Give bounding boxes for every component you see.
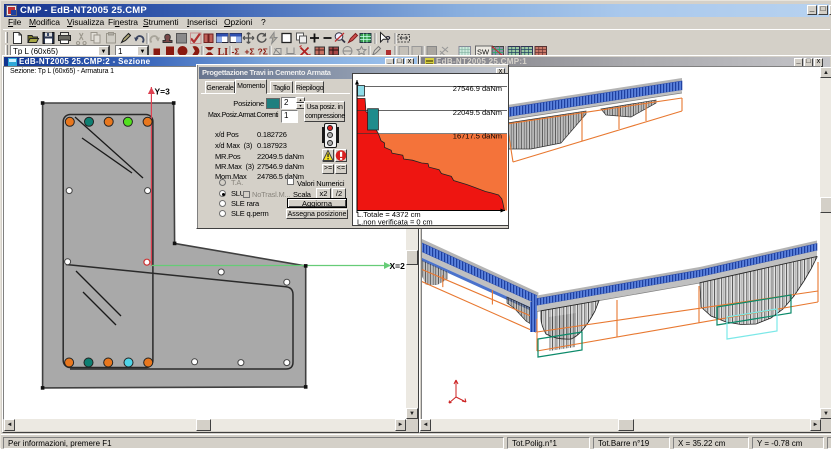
- svg-text:22049.5 daNm: 22049.5 daNm: [453, 108, 502, 117]
- svg-text:16717.5 daNm: 16717.5 daNm: [453, 132, 502, 141]
- svg-text:L.non verificata = 0 cm: L.non verificata = 0 cm: [357, 218, 433, 226]
- svg-text:X=2: X=2: [390, 261, 406, 271]
- svg-text:Y=3: Y=3: [155, 87, 171, 97]
- svg-text:27546.9 daNm: 27546.9 daNm: [453, 84, 502, 93]
